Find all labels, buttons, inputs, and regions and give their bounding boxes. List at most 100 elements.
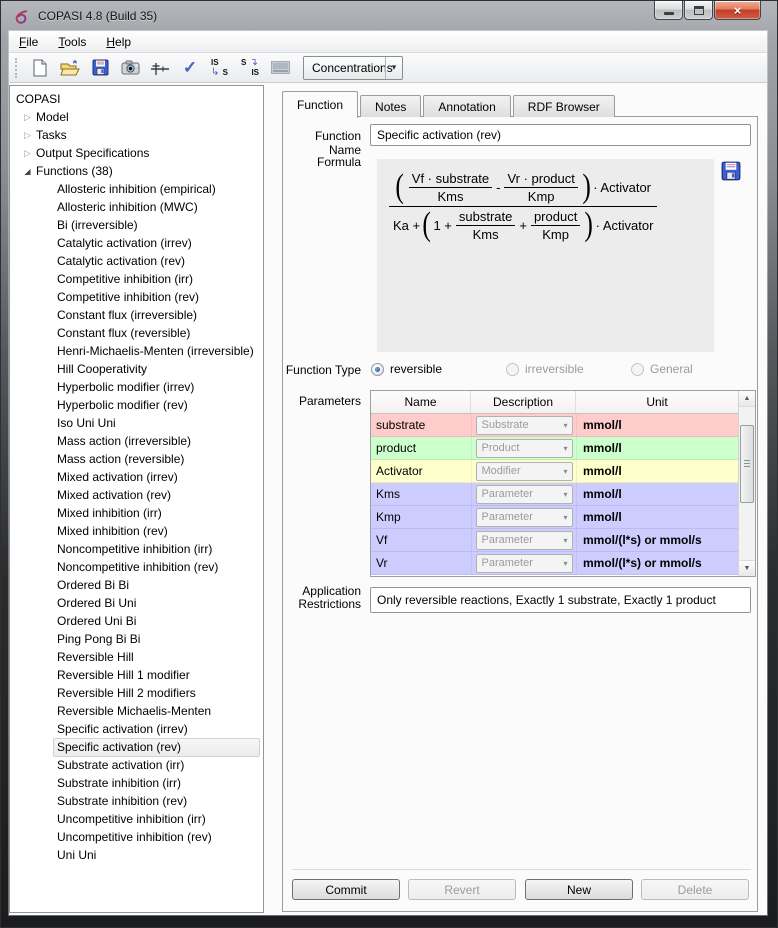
menu-item[interactable]: File — [19, 35, 38, 49]
tree-expander-icon[interactable]: ◢ — [20, 167, 35, 176]
parameter-row[interactable]: product Product ▾ mmol/l — [371, 437, 738, 460]
column-header-name[interactable]: Name — [371, 391, 471, 413]
tree-expander-icon[interactable]: ▷ — [20, 148, 35, 159]
tree-item-function[interactable]: Substrate inhibition (irr) — [10, 774, 263, 792]
table-scrollbar[interactable]: ▲ ▼ — [738, 391, 755, 576]
tab-rdf-browser[interactable]: RDF Browser — [513, 95, 615, 117]
function-name-input[interactable] — [370, 124, 751, 146]
tab-annotation[interactable]: Annotation — [423, 95, 510, 117]
parameter-unit-cell[interactable]: mmol/l — [576, 483, 738, 505]
tree-item-function[interactable]: Catalytic activation (rev) — [10, 252, 263, 270]
tree-item[interactable]: ▷ Output Specifications — [10, 144, 263, 162]
parameter-name-cell[interactable]: Kms — [371, 483, 471, 505]
parameter-row[interactable]: substrate Substrate ▾ mmol/l — [371, 414, 738, 437]
tab-function[interactable]: Function — [282, 91, 358, 118]
close-button[interactable]: × — [714, 1, 761, 20]
tree-item-function[interactable]: Allosteric inhibition (empirical) — [10, 180, 263, 198]
menu-item[interactable]: Help — [106, 35, 131, 49]
adjust-icon[interactable] — [149, 57, 171, 79]
tree-item-function[interactable]: Ordered Bi Bi — [10, 576, 263, 594]
tree-expander-icon[interactable]: ▷ — [20, 130, 35, 141]
scrollbar-thumb[interactable] — [740, 425, 754, 503]
scroll-up-icon[interactable]: ▲ — [739, 391, 755, 407]
tree-item-function[interactable]: Competitive inhibition (rev) — [10, 288, 263, 306]
parameter-unit-cell[interactable]: mmol/(l*s) or mmol/s — [576, 552, 738, 574]
new-button[interactable]: New — [525, 879, 633, 900]
tree-item[interactable]: ◢ Functions (38) — [10, 162, 263, 180]
parameter-name-cell[interactable]: product — [371, 437, 471, 459]
open-file-icon[interactable] — [59, 57, 81, 79]
parameter-name-cell[interactable]: Kmp — [371, 506, 471, 528]
tree-item-function[interactable]: Mixed activation (rev) — [10, 486, 263, 504]
tree-item-copasi-root[interactable]: COPASI — [10, 90, 263, 108]
parameter-name-cell[interactable]: Vf — [371, 529, 471, 551]
parameter-name-cell[interactable]: substrate — [371, 414, 471, 436]
tree-item-function[interactable]: Specific activation (irrev) — [10, 720, 263, 738]
minimize-button[interactable] — [654, 1, 683, 20]
application-restrictions-input[interactable] — [370, 587, 751, 613]
column-header-description[interactable]: Description — [471, 391, 576, 413]
radio-reversible[interactable]: reversible — [371, 362, 442, 376]
parameter-unit-cell[interactable]: mmol/l — [576, 437, 738, 459]
parameter-row[interactable]: Kmp Parameter ▾ mmol/l — [371, 506, 738, 529]
tree-item-function[interactable]: Reversible Hill 1 modifier — [10, 666, 263, 684]
menu-item[interactable]: Tools — [58, 35, 86, 49]
column-header-unit[interactable]: Unit — [576, 391, 738, 413]
tree-item-function[interactable]: Henri-Michaelis-Menten (irreversible) — [10, 342, 263, 360]
tree-item-function[interactable]: Mixed inhibition (rev) — [10, 522, 263, 540]
view-mode-dropdown[interactable]: Concentrations ▾ — [303, 56, 403, 80]
parameter-name-cell[interactable]: Vr — [371, 552, 471, 574]
parameter-unit-cell[interactable]: mmol/l — [576, 460, 738, 482]
tree-item-function[interactable]: Reversible Hill 2 modifiers — [10, 684, 263, 702]
tree-item-function[interactable]: Allosteric inhibition (MWC) — [10, 198, 263, 216]
tree-item-function[interactable]: Reversible Hill — [10, 648, 263, 666]
tree-item-function[interactable]: Mixed activation (irrev) — [10, 468, 263, 486]
parameter-unit-cell[interactable]: mmol/l — [576, 506, 738, 528]
parameter-name-cell[interactable]: Activator — [371, 460, 471, 482]
tree-item-function[interactable]: Uni Uni — [10, 846, 263, 864]
tree-item-function[interactable]: Uncompetitive inhibition (irr) — [10, 810, 263, 828]
tree-item-function[interactable]: Substrate inhibition (rev) — [10, 792, 263, 810]
save-formula-button[interactable] — [721, 161, 741, 181]
tree-item-function[interactable]: Reversible Michaelis-Menten — [10, 702, 263, 720]
tree-item-function[interactable]: Catalytic activation (irrev) — [10, 234, 263, 252]
tree-item[interactable]: ▷ Tasks — [10, 126, 263, 144]
tree-item-function[interactable]: Hyperbolic modifier (rev) — [10, 396, 263, 414]
tree-expander-icon[interactable]: ▷ — [20, 112, 35, 123]
tree-item-function[interactable]: Ordered Uni Bi — [10, 612, 263, 630]
parameter-row[interactable]: Activator Modifier ▾ mmol/l — [371, 460, 738, 483]
tree-item-function[interactable]: Uncompetitive inhibition (rev) — [10, 828, 263, 846]
parameter-row[interactable]: Kms Parameter ▾ mmol/l — [371, 483, 738, 506]
save-icon[interactable] — [89, 57, 111, 79]
tree-item-function[interactable]: Substrate activation (irr) — [10, 756, 263, 774]
tree-item-function[interactable]: Constant flux (reversible) — [10, 324, 263, 342]
tree-item-function[interactable]: Ordered Bi Uni — [10, 594, 263, 612]
toolbar-grip[interactable] — [15, 58, 18, 78]
tree-item-function[interactable]: Iso Uni Uni — [10, 414, 263, 432]
maximize-button[interactable] — [684, 1, 713, 20]
s-to-is-icon[interactable]: S ↴ IS — [239, 57, 261, 79]
parameter-row[interactable]: Vf Parameter ▾ mmol/(l*s) or mmol/s — [371, 529, 738, 552]
tree-item-function[interactable]: Mixed inhibition (irr) — [10, 504, 263, 522]
new-file-icon[interactable] — [29, 57, 51, 79]
tree-item[interactable]: ▷ Model — [10, 108, 263, 126]
tab-notes[interactable]: Notes — [360, 95, 421, 117]
tree-item-function[interactable]: Mass action (reversible) — [10, 450, 263, 468]
tree-item-function[interactable]: Constant flux (irreversible) — [10, 306, 263, 324]
scroll-down-icon[interactable]: ▼ — [739, 560, 755, 576]
tree-item-function[interactable]: Hyperbolic modifier (irrev) — [10, 378, 263, 396]
tree-item-function[interactable]: Noncompetitive inhibition (rev) — [10, 558, 263, 576]
parameter-unit-cell[interactable]: mmol/l — [576, 414, 738, 436]
capture-icon[interactable] — [119, 57, 141, 79]
title-bar[interactable]: COPASI 4.8 (Build 35) × — [1, 1, 777, 31]
tree-item-function[interactable]: Noncompetitive inhibition (irr) — [10, 540, 263, 558]
tree-item-function[interactable]: Ping Pong Bi Bi — [10, 630, 263, 648]
tree-item-function[interactable]: Specific activation (rev) — [10, 738, 263, 756]
check-icon[interactable]: ✓ — [179, 57, 201, 79]
is-to-s-icon[interactable]: IS ↳ S — [209, 57, 231, 79]
tree-item-function[interactable]: Competitive inhibition (irr) — [10, 270, 263, 288]
tree-item-function[interactable]: Bi (irreversible) — [10, 216, 263, 234]
parameter-unit-cell[interactable]: mmol/(l*s) or mmol/s — [576, 529, 738, 551]
tree-item-function[interactable]: Mass action (irreversible) — [10, 432, 263, 450]
commit-button[interactable]: Commit — [292, 879, 400, 900]
